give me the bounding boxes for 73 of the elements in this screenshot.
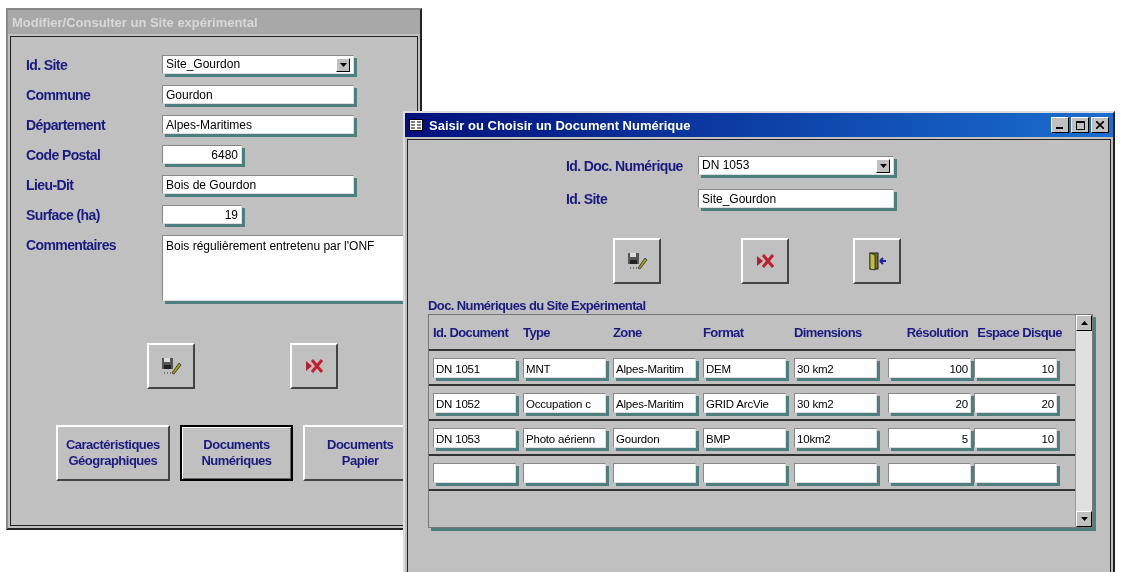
field-label: Code Postal — [26, 146, 102, 165]
input-field[interactable]: Alpes-Maritimes — [162, 115, 354, 134]
delete-button[interactable] — [290, 343, 338, 389]
save-edit-icon — [626, 251, 648, 271]
save-edit-icon — [160, 356, 182, 376]
input-field[interactable]: Site_Gourdon — [698, 189, 894, 208]
delete-record-icon — [755, 253, 775, 269]
field-label: Id. Site — [26, 56, 69, 75]
table-cell[interactable]: 30 km2 — [794, 357, 877, 378]
maximize-icon[interactable] — [1071, 117, 1089, 133]
table-cell[interactable]: Alpes-Maritim — [613, 357, 696, 378]
input-field[interactable]: Bois de Gourdon — [162, 175, 354, 194]
table-cell[interactable] — [523, 462, 606, 483]
scrollbar[interactable] — [1075, 315, 1092, 527]
dropdown-field[interactable]: DN 1053 — [698, 156, 894, 175]
table-cell[interactable]: DN 1052 — [433, 392, 516, 413]
table-cell[interactable] — [794, 462, 877, 483]
table-cell[interactable]: 10 — [974, 427, 1057, 448]
exit-button[interactable] — [853, 238, 901, 284]
subform-title: Doc. Numériques du Site Expérimental — [428, 298, 647, 313]
delete-record-icon — [304, 358, 324, 374]
field-label: Id. Site — [566, 190, 609, 207]
column-header: Format — [703, 324, 745, 340]
field-label: Commentaires — [26, 236, 118, 255]
field-label: Id. Doc. Numérique — [566, 157, 684, 174]
minimize-icon[interactable] — [1051, 117, 1069, 133]
table-cell[interactable]: Alpes-Maritim — [613, 392, 696, 413]
field-label: Commune — [26, 86, 92, 105]
column-header: Zone — [613, 324, 643, 340]
column-header: Résolution — [905, 324, 969, 340]
table-cell[interactable] — [613, 462, 696, 483]
table-cell[interactable]: MNT — [523, 357, 606, 378]
field-label: Surface (ha) — [26, 206, 101, 225]
table-cell[interactable]: 10 — [974, 357, 1057, 378]
table-cell[interactable]: DN 1053 — [433, 427, 516, 448]
field-label: Lieu-Dit — [26, 176, 75, 195]
input-field[interactable]: Gourdon — [162, 85, 354, 104]
table-cell[interactable]: 30 km2 — [794, 392, 877, 413]
door-exit-icon — [867, 251, 887, 271]
column-header: Espace Disque — [976, 324, 1063, 340]
nav-button[interactable]: Caractéristiques Géographiques — [56, 425, 170, 481]
table-cell[interactable]: 10km2 — [794, 427, 877, 448]
column-header: Dimensions — [794, 324, 863, 340]
scroll-up-icon[interactable] — [1080, 321, 1088, 325]
table-cell[interactable] — [888, 462, 971, 483]
table-cell[interactable]: BMP — [703, 427, 786, 448]
table-cell[interactable]: Occupation c — [523, 392, 606, 413]
column-header: Id. Document — [433, 324, 510, 340]
table-cell[interactable] — [703, 462, 786, 483]
table-cell[interactable]: Gourdon — [613, 427, 696, 448]
table-cell[interactable]: 100 — [888, 357, 971, 378]
table-cell[interactable] — [433, 462, 516, 483]
table-cell[interactable]: DEM — [703, 357, 786, 378]
nav-button[interactable]: Documents Numériques — [179, 425, 294, 481]
table-cell[interactable]: DN 1051 — [433, 357, 516, 378]
input-field[interactable]: 6480 — [162, 145, 242, 164]
table-cell[interactable] — [974, 462, 1057, 483]
table-cell[interactable]: 5 — [888, 427, 971, 448]
table-cell[interactable]: Photo aérienn — [523, 427, 606, 448]
window-title: Saisir ou Choisir un Document Numérique — [429, 117, 691, 133]
table-cell[interactable]: GRID ArcVie — [703, 392, 786, 413]
form-icon — [409, 119, 423, 131]
input-field[interactable]: 19 — [162, 205, 242, 224]
save-button[interactable] — [613, 238, 661, 284]
close-icon[interactable] — [1091, 117, 1109, 133]
table-cell[interactable]: 20 — [974, 392, 1057, 413]
column-header: Type — [523, 324, 551, 340]
delete-button[interactable] — [741, 238, 789, 284]
scroll-down-icon[interactable] — [1080, 517, 1088, 521]
save-button[interactable] — [147, 343, 195, 389]
dropdown-field[interactable]: Site_Gourdon — [162, 55, 354, 74]
field-label: Département — [26, 116, 107, 135]
table-cell[interactable]: 20 — [888, 392, 971, 413]
